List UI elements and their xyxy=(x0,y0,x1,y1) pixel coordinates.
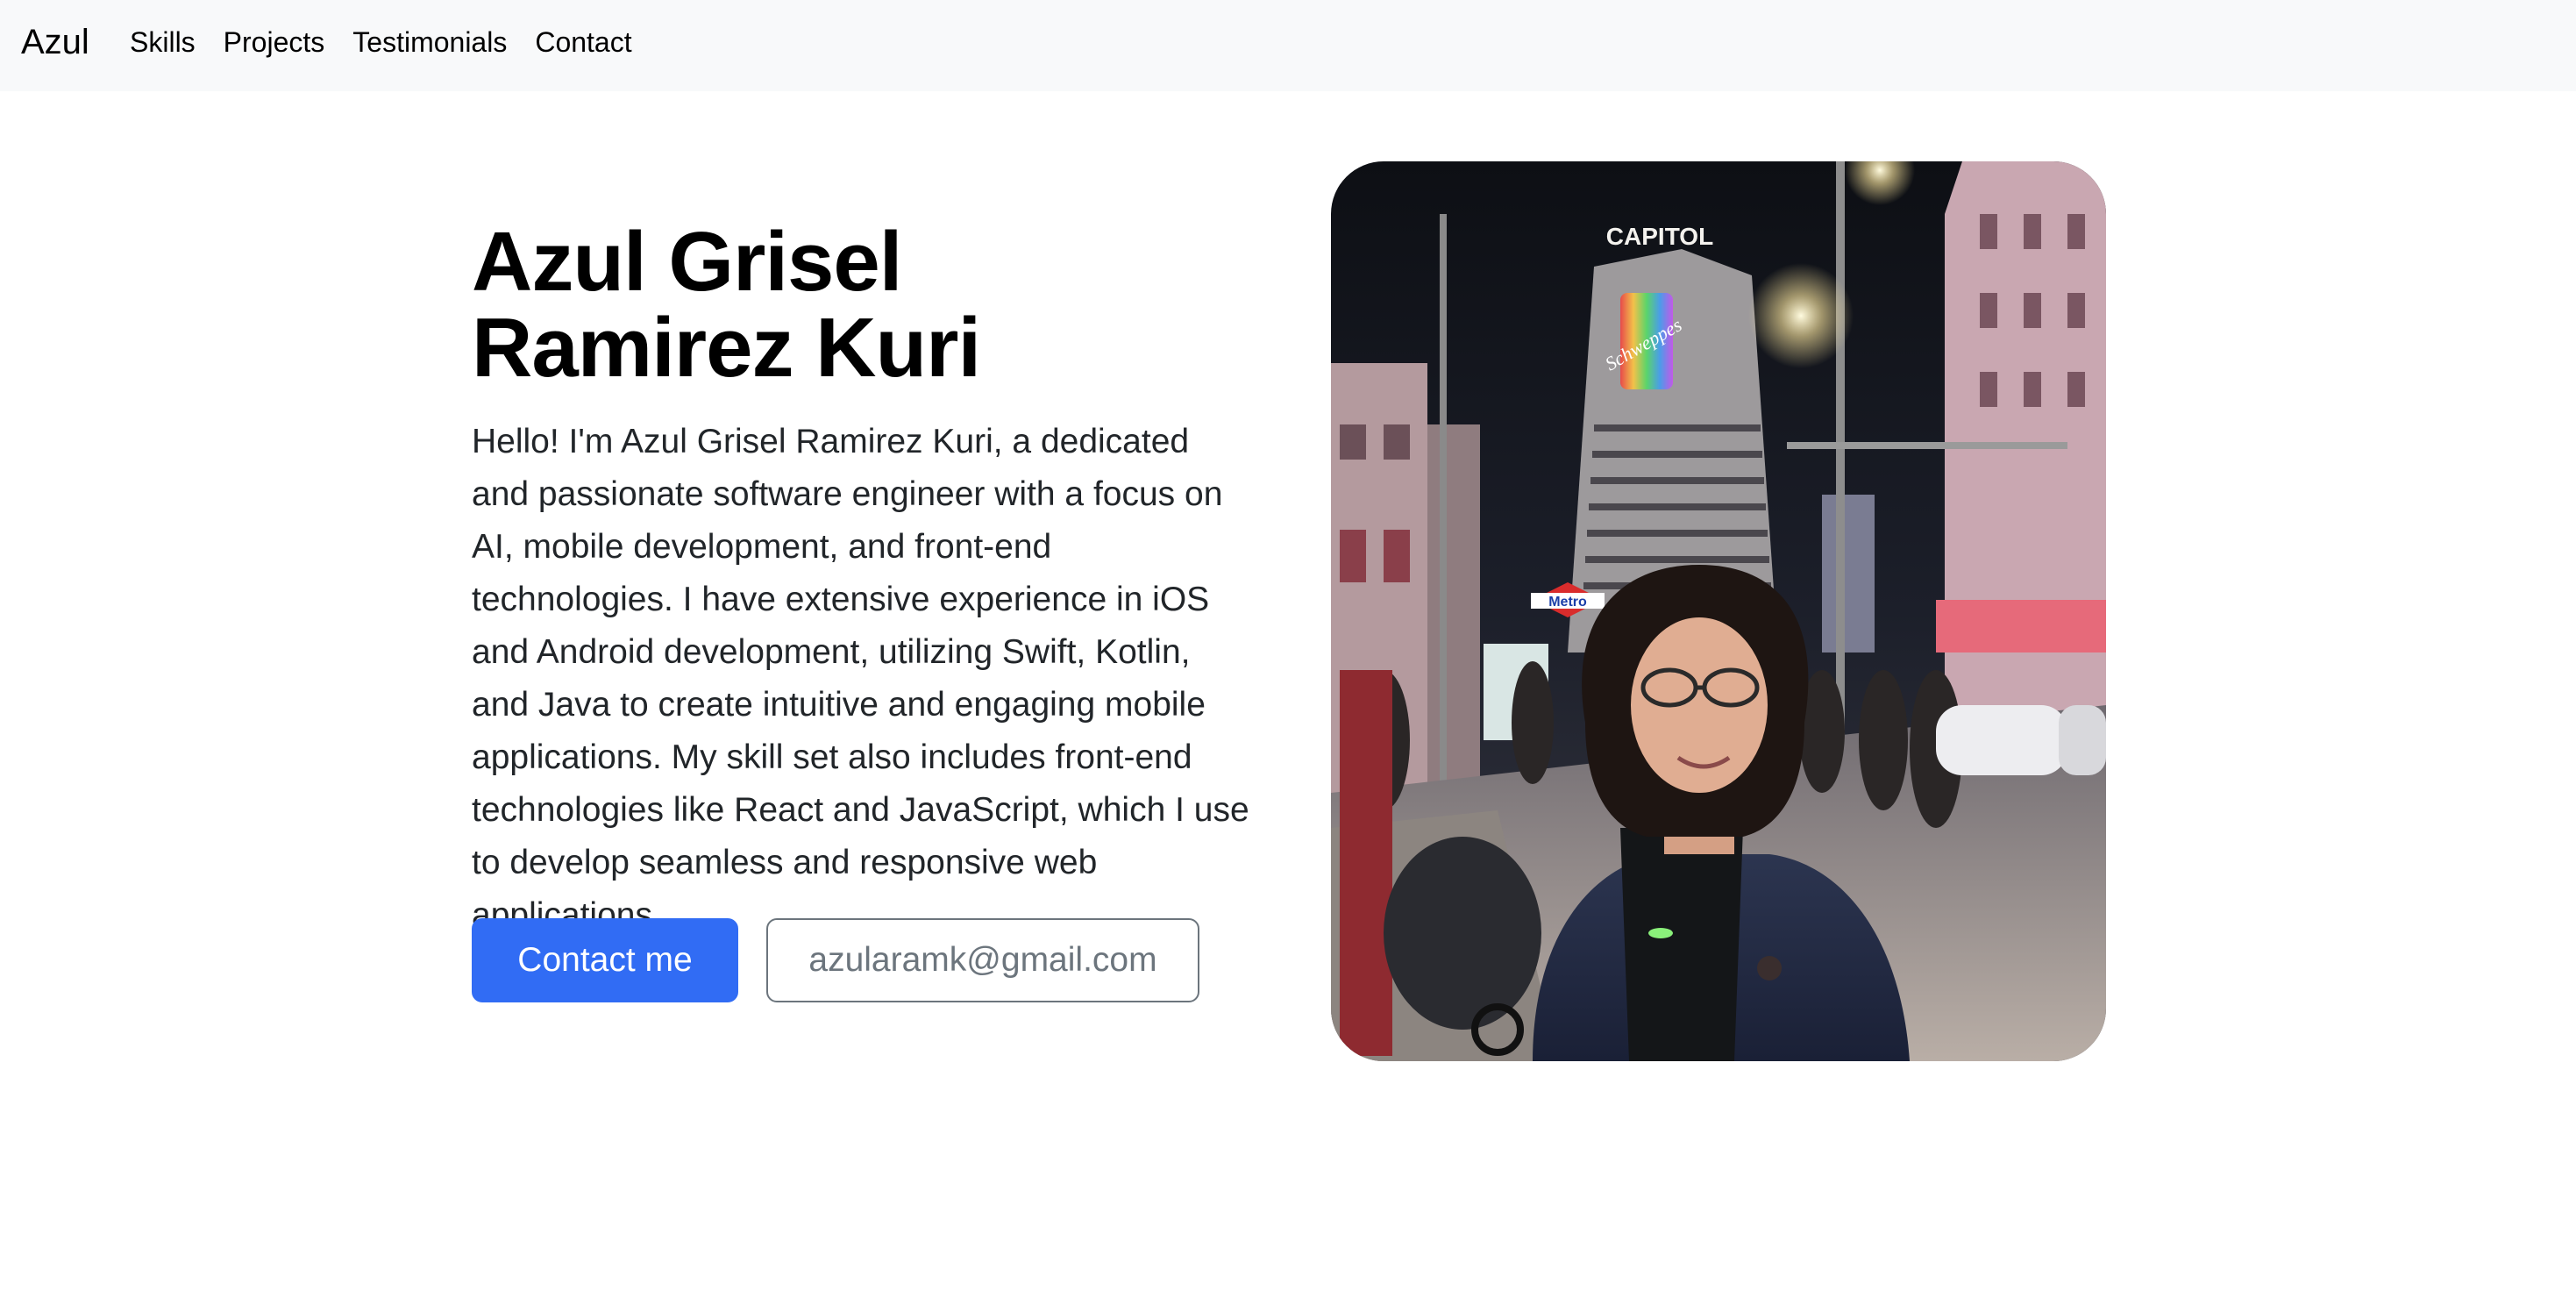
profile-photo: CAPITOL Schweppes Metro xyxy=(1331,161,2106,1061)
nav-link-projects[interactable]: Projects xyxy=(224,23,325,61)
metro-sign: Metro xyxy=(1548,595,1587,610)
hero-title: Azul Grisel Ramirez Kuri xyxy=(472,219,1261,391)
hero-title-line2: Ramirez Kuri xyxy=(472,301,981,395)
nav-link-testimonials[interactable]: Testimonials xyxy=(352,23,507,61)
hero-title-line1: Azul Grisel xyxy=(472,215,902,309)
email-button[interactable]: azularamk@gmail.com xyxy=(766,918,1199,1002)
nav-links: Skills Projects Testimonials Contact xyxy=(130,23,660,61)
nav-link-contact[interactable]: Contact xyxy=(535,23,631,61)
navbar: Azul Skills Projects Testimonials Contac… xyxy=(0,0,2576,91)
capitol-sign: CAPITOL xyxy=(1606,223,1713,250)
brand-link[interactable]: Azul xyxy=(21,19,89,65)
contact-me-button[interactable]: Contact me xyxy=(472,918,738,1002)
nav-link-skills[interactable]: Skills xyxy=(130,23,196,61)
hero-buttons: Contact me azularamk@gmail.com xyxy=(472,918,1199,1002)
hero-intro: Hello! I'm Azul Grisel Ramirez Kuri, a d… xyxy=(472,423,1249,934)
